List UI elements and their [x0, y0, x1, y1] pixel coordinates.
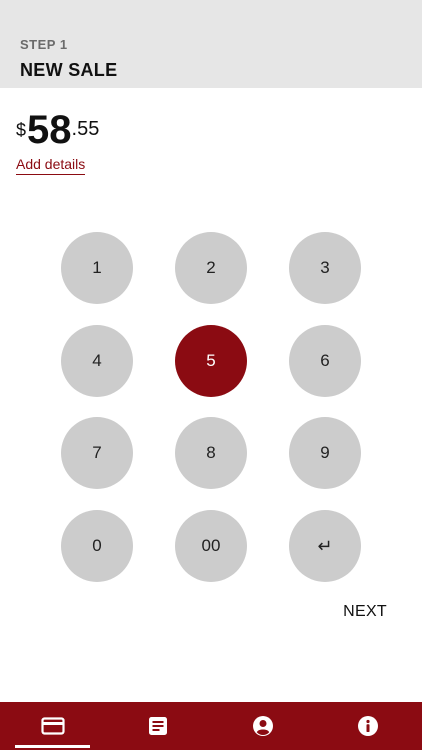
active-tab-indicator	[15, 745, 90, 748]
key-0[interactable]: 0	[61, 510, 133, 582]
tab-receipts[interactable]	[105, 702, 210, 750]
add-details-link[interactable]: Add details	[16, 156, 86, 175]
tab-info[interactable]	[315, 702, 420, 750]
key-00[interactable]: 00	[175, 510, 247, 582]
return-arrow-icon: ↵	[317, 535, 333, 556]
key-8[interactable]: 8	[175, 417, 247, 489]
key-2[interactable]: 2	[175, 232, 247, 304]
key-9[interactable]: 9	[289, 417, 361, 489]
amount-cents: .55	[71, 118, 100, 140]
key-5[interactable]: 5	[175, 325, 247, 397]
sale-amount: $ 58 .55	[16, 108, 99, 152]
tab-payment[interactable]	[0, 702, 105, 750]
key-7[interactable]: 7	[61, 417, 133, 489]
credit-card-icon	[40, 717, 65, 735]
document-icon	[148, 717, 167, 735]
key-6[interactable]: 6	[289, 325, 361, 397]
backspace-key[interactable]: ↵	[289, 510, 361, 582]
tab-account[interactable]	[210, 702, 315, 750]
key-4[interactable]: 4	[61, 325, 133, 397]
key-3[interactable]: 3	[289, 232, 361, 304]
bottom-tab-bar	[0, 702, 422, 750]
info-icon	[357, 716, 378, 736]
step-label: STEP 1	[20, 37, 68, 52]
currency-symbol: $	[16, 120, 27, 140]
page-title: NEW SALE	[20, 60, 118, 80]
next-button[interactable]: NEXT	[343, 603, 387, 621]
amount-whole: 58	[27, 108, 72, 152]
user-circle-icon	[252, 716, 273, 736]
key-1[interactable]: 1	[61, 232, 133, 304]
header-bar: STEP 1 NEW SALE	[0, 0, 422, 88]
